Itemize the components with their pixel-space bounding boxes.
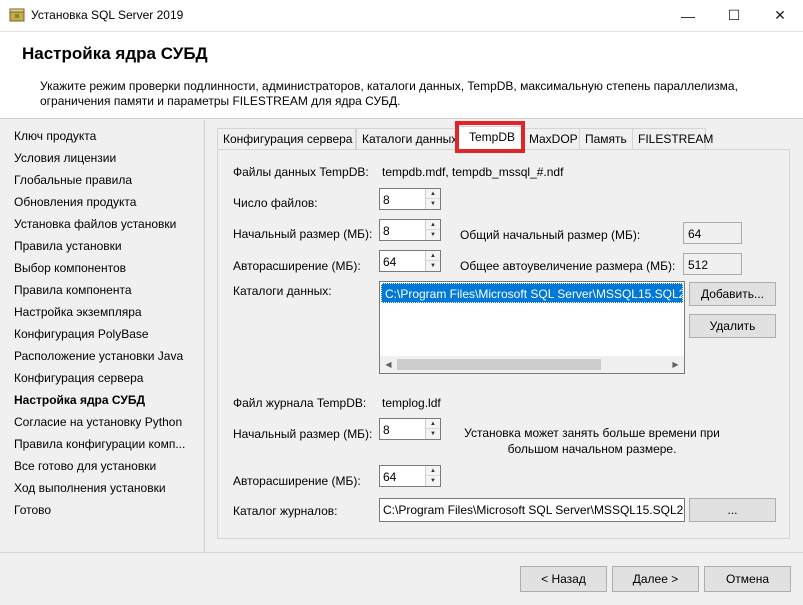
page-description: Укажите режим проверки подлинности, адми… [40,79,738,108]
initial-size-label: Начальный размер (МБ): [233,227,373,241]
nav-item-product-key[interactable]: Ключ продукта [14,129,96,143]
log-directory-field[interactable]: C:\Program Files\Microsoft SQL Server\MS… [379,498,685,522]
log-size-note: Установка может занять больше времени пр… [464,426,720,456]
page-title: Настройка ядра СУБД [22,44,208,63]
footer-divider [0,552,803,553]
list-item[interactable]: C:\Program Files\Microsoft SQL Server\MS… [381,283,683,303]
log-autogrowth-label: Авторасширение (МБ): [233,474,361,488]
data-files-value: tempdb.mdf, tempdb_mssql_#.ndf [382,165,564,179]
spin-down-icon[interactable]: ▼ [426,230,440,240]
log-initial-size-value: 8 [383,423,390,437]
nav-divider [204,120,205,552]
nav-item-feature-config-rules[interactable]: Правила конфигурации комп... [14,437,185,451]
total-initial-size-label: Общий начальный размер (МБ): [460,228,641,242]
initial-size-value: 8 [383,224,390,238]
total-autogrowth-label: Общее автоувеличение размера (МБ): [460,259,676,273]
remove-directory-button[interactable]: Удалить [689,314,776,338]
nav-item-global-rules[interactable]: Глобальные правила [14,173,132,187]
log-file-value: templog.ldf [382,396,441,410]
nav-item-ready-to-install[interactable]: Все готово для установки [14,459,156,473]
title-bar: Установка SQL Server 2019 — ☐ ✕ [0,0,803,31]
browse-log-directory-button[interactable]: ... [689,498,776,522]
tab-memory[interactable]: Память [579,128,633,150]
minimize-button[interactable]: — [665,0,711,31]
add-directory-button[interactable]: Добавить... [689,282,776,306]
tab-server-config[interactable]: Конфигурация сервера [217,128,356,150]
nav-item-instance-config[interactable]: Настройка экземпляра [14,305,142,319]
data-directories-list[interactable]: C:\Program Files\Microsoft SQL Server\MS… [379,281,685,374]
log-initial-size-label: Начальный размер (МБ): [233,427,373,441]
spin-up-icon[interactable]: ▲ [426,189,440,199]
nav-item-db-engine-config[interactable]: Настройка ядра СУБД [14,393,145,407]
nav-item-license-terms[interactable]: Условия лицензии [14,151,116,165]
autogrowth-value: 64 [383,255,397,269]
nav-item-server-config[interactable]: Конфигурация сервера [14,371,143,385]
horizontal-scrollbar[interactable]: ◀ ▶ [380,356,684,373]
initial-size-spinner[interactable]: 8 ▲ ▼ [379,219,441,241]
nav-item-product-updates[interactable]: Обновления продукта [14,195,136,209]
nav-item-install-setup-files[interactable]: Установка файлов установки [14,217,176,231]
log-autogrowth-value: 64 [383,470,397,484]
spin-down-icon[interactable]: ▼ [426,199,440,209]
autogrowth-label: Авторасширение (МБ): [233,259,361,273]
log-directory-label: Каталог журналов: [233,504,338,518]
back-button[interactable]: < Назад [520,566,607,592]
cancel-button[interactable]: Отмена [704,566,791,592]
maximize-button[interactable]: ☐ [711,0,757,31]
nav-item-polybase-config[interactable]: Конфигурация PolyBase [14,327,149,341]
nav-item-complete[interactable]: Готово [14,503,51,517]
nav-item-feature-selection[interactable]: Выбор компонентов [14,261,126,275]
next-button[interactable]: Далее > [612,566,699,592]
spin-up-icon[interactable]: ▲ [426,466,440,476]
page-header: Настройка ядра СУБД Укажите режим провер… [0,31,803,119]
spin-down-icon[interactable]: ▼ [426,476,440,486]
tab-data-directories[interactable]: Каталоги данных [356,128,457,150]
spin-up-icon[interactable]: ▲ [426,220,440,230]
nav-item-install-rules[interactable]: Правила установки [14,239,122,253]
tab-maxdop[interactable]: MaxDOP [523,128,580,150]
nav-item-java-location[interactable]: Расположение установки Java [14,349,183,363]
total-initial-size-field: 64 [683,222,742,244]
spin-up-icon[interactable]: ▲ [426,419,440,429]
close-button[interactable]: ✕ [757,0,803,31]
data-directories-label: Каталоги данных: [233,284,332,298]
setup-steps-nav: Ключ продукта Условия лицензии Глобальны… [0,120,204,552]
scroll-right-icon[interactable]: ▶ [667,356,684,373]
spin-up-icon[interactable]: ▲ [426,251,440,261]
log-file-label: Файл журнала TempDB: [233,396,367,410]
autogrowth-spinner[interactable]: 64 ▲ ▼ [379,250,441,272]
file-count-spinner[interactable]: 8 ▲ ▼ [379,188,441,210]
file-count-value: 8 [383,193,390,207]
nav-item-install-progress[interactable]: Ход выполнения установки [14,481,166,495]
data-files-label: Файлы данных TempDB: [233,165,369,179]
tab-tempdb[interactable]: TempDB [458,126,524,150]
tab-filestream[interactable]: FILESTREAM [632,128,713,150]
log-initial-size-spinner[interactable]: 8 ▲ ▼ [379,418,441,440]
spin-down-icon[interactable]: ▼ [426,429,440,439]
scroll-left-icon[interactable]: ◀ [380,356,397,373]
nav-item-feature-rules[interactable]: Правила компонента [14,283,132,297]
window-title: Установка SQL Server 2019 [31,8,184,22]
log-autogrowth-spinner[interactable]: 64 ▲ ▼ [379,465,441,487]
nav-item-python-consent[interactable]: Согласие на установку Python [14,415,182,429]
scroll-thumb[interactable] [397,359,601,370]
file-count-label: Число файлов: [233,196,318,210]
total-autogrowth-field: 512 [683,253,742,275]
spin-down-icon[interactable]: ▼ [426,261,440,271]
sql-setup-icon [9,8,25,22]
